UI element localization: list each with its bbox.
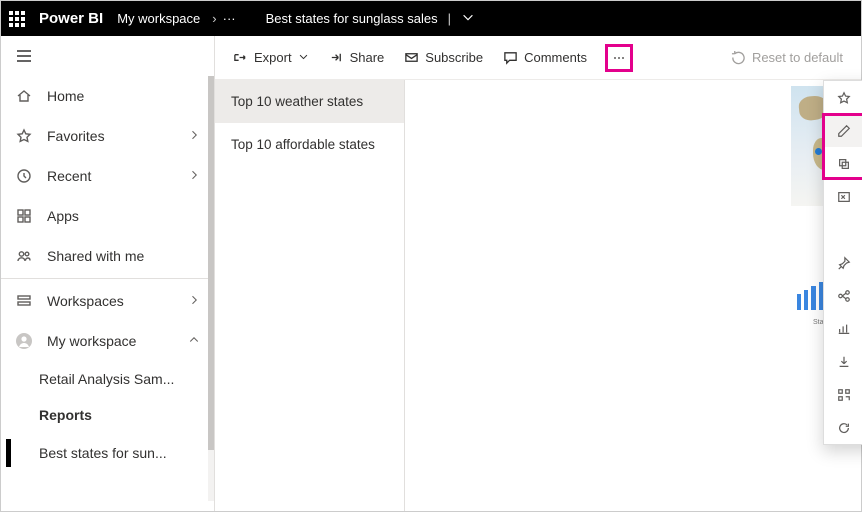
star-icon bbox=[836, 91, 852, 105]
copy-icon bbox=[836, 157, 852, 171]
comments-button[interactable]: Comments bbox=[495, 46, 595, 69]
title-dropdown-icon[interactable] bbox=[461, 10, 475, 27]
app-launcher-icon[interactable] bbox=[9, 11, 25, 27]
main-area: Export Share Subscribe Comments Reset bbox=[215, 36, 861, 511]
breadcrumb-workspace[interactable]: My workspace bbox=[117, 11, 200, 26]
nav-apps-label: Apps bbox=[47, 208, 200, 224]
tree-active-report[interactable]: Best states for sun... bbox=[1, 433, 214, 473]
subscribe-label: Subscribe bbox=[425, 50, 483, 65]
menu-analyze-excel[interactable]: Analyze in Excel bbox=[824, 180, 862, 213]
export-button[interactable]: Export bbox=[225, 46, 317, 69]
menu-pin-page[interactable]: Pin a live Page bbox=[824, 246, 862, 279]
report-toolbar: Export Share Subscribe Comments Reset bbox=[215, 36, 861, 80]
nav-home-label: Home bbox=[47, 88, 200, 104]
chevron-up-icon bbox=[188, 334, 200, 349]
export-label: Export bbox=[254, 50, 292, 65]
title-cursor: | bbox=[448, 11, 451, 26]
title-bar: Power BI My workspace › ··· Best states … bbox=[1, 1, 861, 36]
tree-active-report-label: Best states for sun... bbox=[39, 445, 167, 461]
more-options-button[interactable] bbox=[605, 44, 633, 72]
menu-favorite[interactable]: Favorite bbox=[824, 81, 862, 114]
share-label: Share bbox=[350, 50, 385, 65]
workspace-tree: Retail Analysis Sam... Reports bbox=[1, 361, 214, 433]
nav-shared-label: Shared with me bbox=[47, 248, 200, 264]
breadcrumb-ellipsis[interactable]: ··· bbox=[223, 11, 236, 26]
menu-view-related[interactable]: View related bbox=[824, 279, 862, 312]
nav-toggle[interactable] bbox=[1, 36, 214, 76]
workspaces-icon bbox=[15, 293, 33, 309]
page-tab-affordable[interactable]: Top 10 affordable states bbox=[215, 123, 404, 166]
menu-refresh[interactable]: Refresh bbox=[824, 411, 862, 444]
reset-icon bbox=[731, 50, 746, 65]
nav-shared[interactable]: Shared with me bbox=[1, 236, 214, 276]
menu-embed[interactable]: Embed bbox=[824, 213, 862, 246]
menu-generate-qr[interactable]: Generate QR code bbox=[824, 378, 862, 411]
share-button[interactable]: Share bbox=[321, 46, 393, 69]
nav-my-workspace-label: My workspace bbox=[47, 333, 188, 349]
menu-usage-metrics[interactable]: Usage metrics bbox=[824, 312, 862, 345]
menu-edit[interactable]: Edit bbox=[824, 114, 862, 147]
nav-my-workspace[interactable]: My workspace bbox=[1, 321, 214, 361]
chart-icon bbox=[836, 322, 852, 336]
tree-reports[interactable]: Reports bbox=[39, 397, 214, 433]
mail-icon bbox=[404, 50, 419, 65]
breadcrumb-separator: › bbox=[212, 11, 216, 26]
chevron-right-icon bbox=[188, 294, 200, 309]
menu-save-copy[interactable]: Save a copy bbox=[824, 147, 862, 180]
reset-label: Reset to default bbox=[752, 50, 843, 65]
apps-icon bbox=[15, 208, 33, 224]
excel-icon bbox=[836, 190, 852, 204]
pin-icon bbox=[836, 256, 852, 270]
sidebar-scroll-thumb[interactable] bbox=[208, 76, 214, 450]
subscribe-button[interactable]: Subscribe bbox=[396, 46, 491, 69]
nav-recent-label: Recent bbox=[47, 168, 188, 184]
nav-recent[interactable]: Recent bbox=[1, 156, 214, 196]
nav-home[interactable]: Home bbox=[1, 76, 214, 116]
home-icon bbox=[15, 88, 33, 104]
nav-apps[interactable]: Apps bbox=[1, 196, 214, 236]
avatar-icon bbox=[15, 332, 33, 350]
page-tab-weather[interactable]: Top 10 weather states bbox=[215, 80, 404, 123]
nav-workspaces-label: Workspaces bbox=[47, 293, 188, 309]
people-icon bbox=[15, 248, 33, 264]
more-options-menu: Favorite Edit Save a copy Analyze in Exc… bbox=[823, 80, 862, 445]
report-pages-pane: Top 10 weather states Top 10 affordable … bbox=[215, 80, 405, 511]
share-icon bbox=[329, 50, 344, 65]
download-icon bbox=[836, 355, 852, 369]
report-title[interactable]: Best states for sunglass sales bbox=[266, 11, 438, 26]
menu-download-pbix[interactable]: Download the .pbix file bbox=[824, 345, 862, 378]
comment-icon bbox=[503, 50, 518, 65]
tree-retail[interactable]: Retail Analysis Sam... bbox=[39, 361, 214, 397]
star-icon bbox=[15, 128, 33, 144]
reset-button[interactable]: Reset to default bbox=[723, 46, 851, 69]
nav-divider bbox=[1, 278, 214, 279]
left-nav: Home Favorites Recent Apps Shared with m… bbox=[1, 36, 215, 511]
clock-icon bbox=[15, 168, 33, 184]
qr-icon bbox=[836, 388, 852, 402]
related-icon bbox=[836, 289, 852, 303]
nav-workspaces[interactable]: Workspaces bbox=[1, 281, 214, 321]
chevron-right-icon bbox=[188, 129, 200, 144]
chevron-right-icon bbox=[188, 169, 200, 184]
pencil-icon bbox=[836, 124, 852, 138]
brand-label: Power BI bbox=[39, 10, 103, 27]
report-canvas: EUROPE AFRICA State bbox=[405, 80, 861, 511]
sidebar-scrollbar[interactable] bbox=[208, 76, 214, 501]
nav-favorites-label: Favorites bbox=[47, 128, 188, 144]
nav-favorites[interactable]: Favorites bbox=[1, 116, 214, 156]
chevron-down-icon bbox=[298, 50, 309, 65]
export-icon bbox=[233, 50, 248, 65]
comments-label: Comments bbox=[524, 50, 587, 65]
refresh-icon bbox=[836, 421, 852, 435]
